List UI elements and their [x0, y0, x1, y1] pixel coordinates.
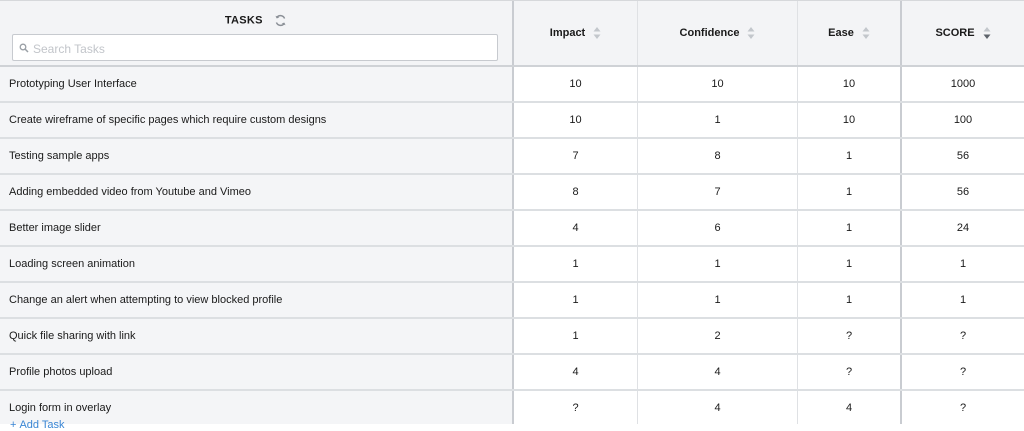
confidence-value[interactable]: 6 [638, 211, 798, 245]
confidence-value[interactable]: 4 [638, 391, 798, 424]
table-row[interactable]: Login form in overlay ? 4 4 ? [0, 391, 1024, 424]
impact-value[interactable]: 1 [514, 319, 638, 353]
ease-value[interactable]: 1 [798, 283, 902, 317]
score-header-label: SCORE [935, 27, 975, 39]
sort-desc-icon[interactable] [983, 26, 991, 40]
table-row[interactable]: Change an alert when attempting to view … [0, 283, 1024, 319]
ease-value[interactable]: 1 [798, 247, 902, 281]
task-name[interactable]: Profile photos upload [0, 355, 514, 389]
table-header: TASKS Impact [0, 0, 1024, 67]
search-icon [19, 43, 29, 53]
impact-value[interactable]: 8 [514, 175, 638, 209]
task-name[interactable]: Testing sample apps [0, 139, 514, 173]
table-row[interactable]: Profile photos upload 4 4 ? ? [0, 355, 1024, 391]
ease-header[interactable]: Ease [798, 1, 902, 65]
impact-value[interactable]: ? [514, 391, 638, 424]
confidence-value[interactable]: 4 [638, 355, 798, 389]
score-value: 100 [902, 103, 1024, 137]
impact-header-label: Impact [549, 27, 586, 39]
ease-value[interactable]: 10 [798, 67, 902, 101]
tasks-header-cell: TASKS [0, 1, 514, 65]
ease-header-label: Ease [828, 27, 854, 39]
impact-value[interactable]: 1 [514, 247, 638, 281]
task-name[interactable]: Login form in overlay [0, 391, 514, 424]
add-task-label: Add Task [19, 419, 65, 431]
task-name[interactable]: Loading screen animation [0, 247, 514, 281]
search-box [12, 34, 498, 62]
confidence-value[interactable]: 10 [638, 67, 798, 101]
confidence-header[interactable]: Confidence [638, 1, 798, 65]
impact-value[interactable]: 4 [514, 355, 638, 389]
table-row[interactable]: Testing sample apps 7 8 1 56 [0, 139, 1024, 175]
table-body: Prototyping User Interface 10 10 10 1000… [0, 67, 1024, 424]
task-name[interactable]: Prototyping User Interface [0, 67, 514, 101]
score-value: ? [902, 355, 1024, 389]
tasks-label: TASKS [224, 14, 263, 27]
task-name[interactable]: Quick file sharing with link [0, 319, 514, 353]
tasks-title: TASKS [0, 14, 512, 27]
table-row[interactable]: Adding embedded video from Youtube and V… [0, 175, 1024, 211]
table-row[interactable]: Create wireframe of specific pages which… [0, 103, 1024, 139]
confidence-value[interactable]: 1 [638, 247, 798, 281]
table-row[interactable]: Loading screen animation 1 1 1 1 [0, 247, 1024, 283]
impact-header[interactable]: Impact [514, 1, 638, 65]
sort-icon[interactable] [862, 26, 870, 40]
confidence-header-label: Confidence [679, 27, 740, 39]
confidence-value[interactable]: 7 [638, 175, 798, 209]
confidence-value[interactable]: 8 [638, 139, 798, 173]
confidence-value[interactable]: 1 [638, 283, 798, 317]
score-value: ? [902, 391, 1024, 424]
impact-value[interactable]: 4 [514, 211, 638, 245]
ease-value[interactable]: 1 [798, 175, 902, 209]
task-name[interactable]: Adding embedded video from Youtube and V… [0, 175, 514, 209]
ease-value[interactable]: 4 [798, 391, 902, 424]
impact-value[interactable]: 1 [514, 283, 638, 317]
sort-icon[interactable] [593, 26, 601, 40]
impact-value[interactable]: 7 [514, 139, 638, 173]
sort-icon[interactable] [747, 26, 755, 40]
score-value: 24 [902, 211, 1024, 245]
confidence-value[interactable]: 2 [638, 319, 798, 353]
table-row[interactable]: Better image slider 4 6 1 24 [0, 211, 1024, 247]
score-value: ? [902, 319, 1024, 353]
table-row[interactable]: Quick file sharing with link 1 2 ? ? [0, 319, 1024, 355]
task-name[interactable]: Better image slider [0, 211, 514, 245]
ease-value[interactable]: 1 [798, 211, 902, 245]
task-name[interactable]: Create wireframe of specific pages which… [0, 103, 514, 137]
score-value: 56 [902, 139, 1024, 173]
score-value: 56 [902, 175, 1024, 209]
table-row[interactable]: Prototyping User Interface 10 10 10 1000 [0, 67, 1024, 103]
impact-value[interactable]: 10 [514, 67, 638, 101]
refresh-icon[interactable] [274, 14, 287, 27]
search-input[interactable] [31, 35, 495, 62]
score-value: 1000 [902, 67, 1024, 101]
task-name[interactable]: Change an alert when attempting to view … [0, 283, 514, 317]
score-value: 1 [902, 283, 1024, 317]
confidence-value[interactable]: 1 [638, 103, 798, 137]
ease-value[interactable]: ? [798, 355, 902, 389]
ease-value[interactable]: ? [798, 319, 902, 353]
impact-value[interactable]: 10 [514, 103, 638, 137]
plus-icon: + [10, 419, 17, 431]
ease-value[interactable]: 10 [798, 103, 902, 137]
tasks-table: TASKS Impact [0, 0, 1024, 424]
score-header[interactable]: SCORE [902, 1, 1024, 65]
ease-value[interactable]: 1 [798, 139, 902, 173]
add-task-link[interactable]: + Add Task [10, 419, 65, 431]
score-value: 1 [902, 247, 1024, 281]
